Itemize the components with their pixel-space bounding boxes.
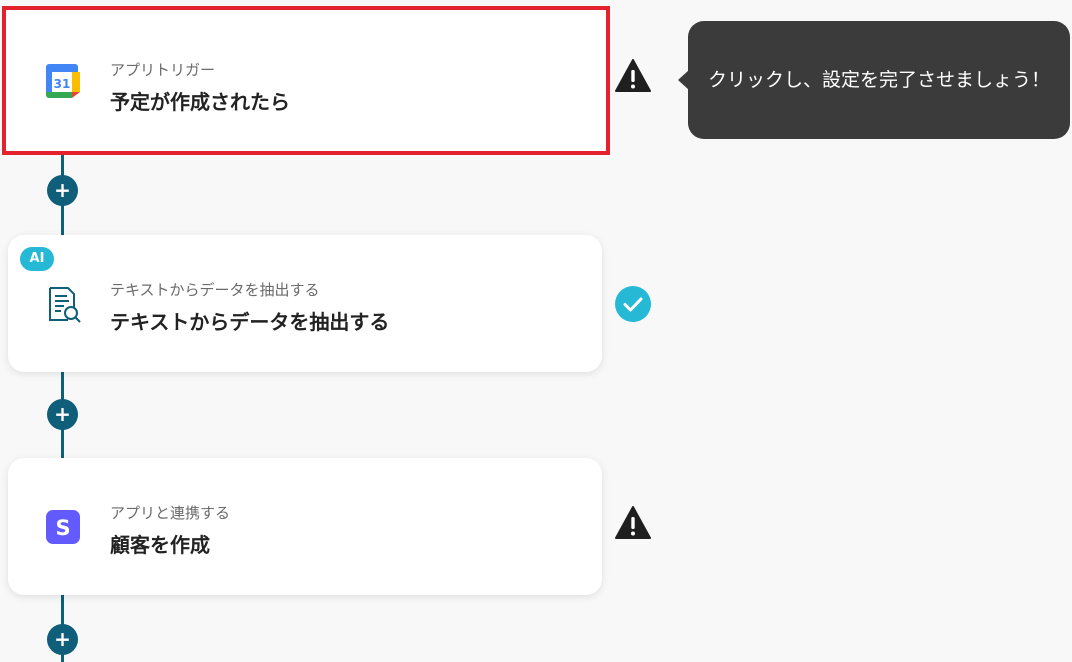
step-card-create-customer[interactable]: S アプリと連携する 顧客を作成 xyxy=(8,458,602,595)
step-subtitle: テキストからデータを抽出する xyxy=(110,281,320,299)
warning-icon xyxy=(614,57,652,95)
step-title: 顧客を作成 xyxy=(110,533,210,557)
check-circle-icon xyxy=(614,285,652,323)
calendar-day-number: 31 xyxy=(54,77,71,91)
ai-badge: AI xyxy=(20,247,54,271)
step-card-ai-extract[interactable]: AI テキストからデータを抽出する テキストからデータを抽出する xyxy=(8,235,602,372)
google-calendar-icon: 31 xyxy=(44,62,82,100)
flow-canvas: + + + 31 アプリトリガー 予定が作成されたら AI テキストからデータを… xyxy=(0,0,1072,662)
stripe-icon: S xyxy=(44,508,82,546)
add-step-button[interactable]: + xyxy=(47,399,78,430)
step-title: テキストからデータを抽出する xyxy=(110,310,390,334)
document-search-icon xyxy=(44,285,82,323)
stripe-letter: S xyxy=(55,516,70,540)
step-title: 予定が作成されたら xyxy=(110,90,290,114)
add-step-button[interactable]: + xyxy=(47,175,78,206)
step-subtitle: アプリトリガー xyxy=(110,61,216,79)
warning-icon xyxy=(614,504,652,542)
step-subtitle: アプリと連携する xyxy=(110,504,231,522)
setup-tooltip: クリックし、設定を完了させましょう！ xyxy=(688,21,1070,139)
step-card-trigger[interactable]: 31 アプリトリガー 予定が作成されたら xyxy=(2,6,610,155)
add-step-button[interactable]: + xyxy=(47,624,78,655)
